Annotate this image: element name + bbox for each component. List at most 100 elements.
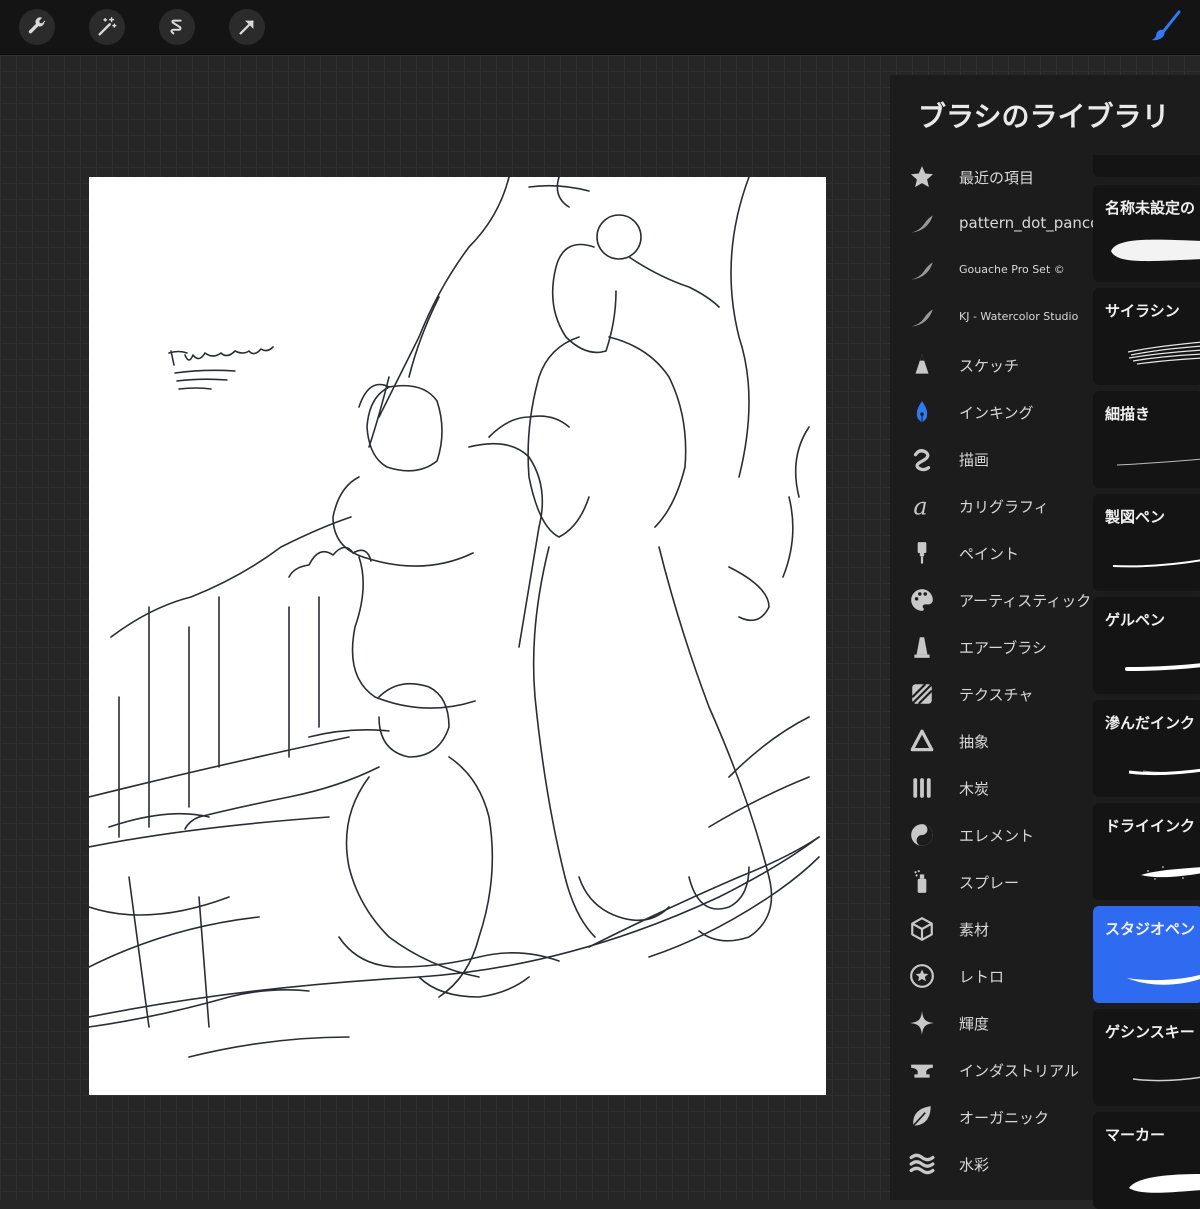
category-kj-watercolor-studio[interactable]: KJ - Watercolor Studio	[890, 296, 1090, 340]
category-label: 抽象	[959, 733, 990, 751]
brush-card[interactable]: 滲んだインク	[1093, 700, 1200, 797]
brush-card[interactable]: 名称未設定の	[1093, 185, 1200, 282]
category-label: Gouache Pro Set ©	[959, 263, 1065, 276]
brush-stroke-icon	[908, 257, 936, 285]
brush-name: 細描き	[1105, 405, 1151, 423]
wrench-icon[interactable]	[19, 9, 55, 45]
leaf-icon	[908, 1103, 936, 1131]
sparkle-icon	[908, 1009, 936, 1037]
pencil-tip-icon	[908, 351, 936, 379]
category-materials[interactable]: 素材	[890, 907, 1090, 951]
brush-card[interactable]: 製図ペン	[1093, 494, 1200, 591]
brush-name: ゲルペン	[1105, 611, 1166, 629]
texture-icon	[908, 680, 936, 708]
category-label: エレメント	[959, 827, 1035, 845]
category-label: pattern_dot_panco	[959, 214, 1100, 232]
brush-card-partial	[1093, 155, 1200, 177]
brush-card[interactable]: サイラシン	[1093, 288, 1200, 385]
category-spray[interactable]: スプレー	[890, 860, 1090, 904]
brush-stroke-preview	[1127, 341, 1200, 365]
category-label: 最近の項目	[959, 169, 1035, 187]
paint-brush-icon	[908, 539, 936, 567]
retro-star-icon	[908, 962, 936, 990]
category-label: ペイント	[959, 545, 1020, 563]
category-label: 木炭	[959, 780, 990, 798]
brush-name: マーカー	[1105, 1126, 1166, 1144]
category-retro[interactable]: レトロ	[890, 954, 1090, 998]
brush-card-selected[interactable]: スタジオペン	[1093, 906, 1200, 1003]
category-label: アーティスティック	[959, 592, 1092, 610]
top-toolbar	[0, 0, 1200, 55]
category-paint[interactable]: ペイント	[890, 531, 1090, 575]
category-label: スケッチ	[959, 357, 1020, 375]
brush-stroke-preview	[1116, 458, 1200, 466]
brush-name: スタジオペン	[1105, 920, 1196, 938]
category-abstract[interactable]: 抽象	[890, 719, 1090, 763]
category-label: インキング	[959, 404, 1034, 422]
squiggle-icon	[908, 445, 936, 473]
move-arrow-icon[interactable]	[229, 9, 265, 45]
magic-wand-icon[interactable]	[89, 9, 125, 45]
category-label: スプレー	[959, 874, 1020, 892]
anvil-icon	[908, 1056, 936, 1084]
yin-yang-icon	[908, 821, 936, 849]
brush-name: 名称未設定の	[1105, 199, 1196, 217]
category-label: レトロ	[959, 968, 1005, 986]
category-label: インダストリアル	[959, 1062, 1079, 1080]
category-watercolor[interactable]: 水彩	[890, 1142, 1090, 1186]
brush-name: ドライインク	[1105, 817, 1196, 835]
category-elements[interactable]: エレメント	[890, 813, 1090, 857]
category-drawing[interactable]: 描画	[890, 437, 1090, 481]
cube-icon	[908, 915, 936, 943]
brush-name: 滲んだインク	[1105, 714, 1196, 732]
brush-stroke-preview	[1125, 663, 1200, 671]
charcoal-icon	[908, 774, 936, 802]
brush-card[interactable]: ゲルペン	[1093, 597, 1200, 694]
brush-stroke-icon	[908, 304, 936, 332]
category-organic[interactable]: オーガニック	[890, 1095, 1090, 1139]
brush-stroke-preview	[1132, 1076, 1200, 1082]
category-airbrush[interactable]: エアーブラシ	[890, 625, 1090, 669]
category-gouache-pro-set[interactable]: Gouache Pro Set ©	[890, 249, 1090, 293]
category-sketch[interactable]: スケッチ	[890, 343, 1090, 387]
brush-name: ゲシンスキー	[1105, 1023, 1195, 1041]
pen-nib-icon	[908, 398, 936, 426]
brush-stroke-icon	[908, 210, 936, 238]
category-inking[interactable]: インキング	[890, 390, 1090, 434]
brush-card[interactable]: マーカー	[1093, 1112, 1200, 1209]
category-recent[interactable]: 最近の項目	[890, 155, 1090, 199]
category-texture[interactable]: テクスチャ	[890, 672, 1090, 716]
category-luminance[interactable]: 輝度	[890, 1001, 1090, 1045]
star-icon	[908, 163, 936, 191]
brush-stroke-preview	[1129, 1174, 1200, 1193]
palette-icon	[908, 586, 936, 614]
category-label: 水彩	[959, 1156, 990, 1174]
triangle-icon	[908, 727, 936, 755]
category-calligraphy[interactable]: a カリグラフィ	[890, 484, 1090, 528]
selection-icon[interactable]	[159, 9, 195, 45]
drawing-canvas[interactable]	[89, 177, 826, 1095]
category-industrial[interactable]: インダストリアル	[890, 1048, 1090, 1092]
category-label: 素材	[959, 921, 990, 939]
waves-icon	[908, 1150, 936, 1178]
category-label: KJ - Watercolor Studio	[959, 310, 1079, 323]
brush-card[interactable]: ゲシンスキー	[1093, 1009, 1200, 1106]
brush-icon[interactable]	[1146, 8, 1186, 48]
category-label: 描画	[959, 451, 990, 469]
category-artistic[interactable]: アーティスティック	[890, 578, 1092, 622]
brush-stroke-preview	[1112, 559, 1200, 568]
category-label: エアーブラシ	[959, 639, 1047, 657]
brush-name: 製図ペン	[1105, 508, 1166, 526]
brush-card[interactable]: ドライインク	[1093, 803, 1200, 900]
brush-name: サイラシン	[1105, 302, 1180, 320]
spray-can-icon	[908, 868, 936, 896]
category-label: オーガニック	[959, 1109, 1050, 1127]
brush-stroke-preview	[1141, 866, 1200, 880]
category-label: テクスチャ	[959, 686, 1034, 704]
category-label: 輝度	[959, 1015, 990, 1033]
brush-library-panel: ブラシのライブラリ 最近の項目 pattern_dot_panco Gouach…	[890, 75, 1200, 1209]
category-charcoal[interactable]: 木炭	[890, 766, 1090, 810]
brush-stroke-preview	[1127, 974, 1200, 985]
category-pattern-dot-panco[interactable]: pattern_dot_panco	[890, 202, 1099, 246]
brush-card[interactable]: 細描き	[1093, 391, 1200, 488]
